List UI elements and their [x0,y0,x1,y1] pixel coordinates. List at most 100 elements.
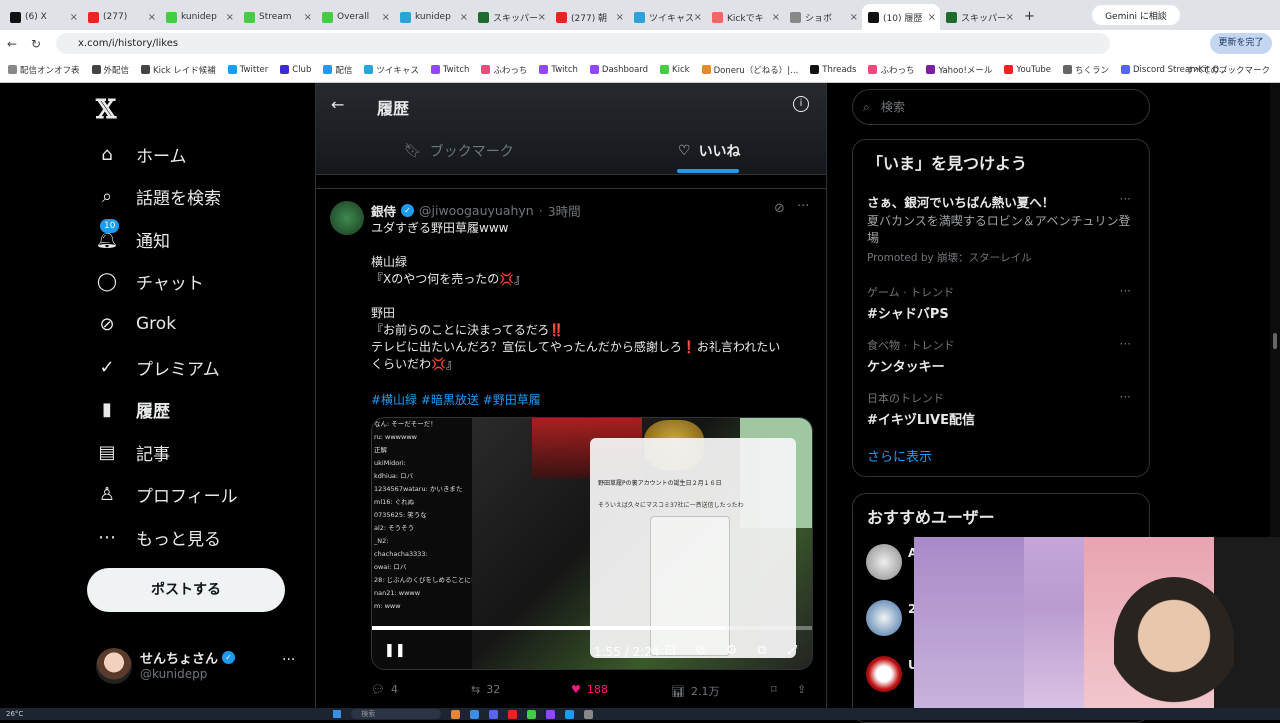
x-logo-icon[interactable]: 𝕏 [96,95,116,125]
windows-start-icon[interactable] [333,710,342,718]
bookmark-item[interactable]: 配信 [323,64,352,76]
tab-close-icon[interactable]: × [850,12,858,23]
trend-item[interactable]: 食べ物 · トレンド ケンタッキー ··· [867,337,1139,375]
trend-more-icon[interactable]: ··· [1120,284,1131,298]
trend-more-icon[interactable]: ··· [1120,337,1131,351]
trend-item[interactable]: 日本のトレンド #イキヅLIVE配信 ··· [867,390,1139,428]
tab-close-icon[interactable]: × [694,12,702,23]
taskbar-app-icon[interactable] [527,709,537,719]
tweet-author-avatar[interactable] [330,201,364,235]
bookmark-item[interactable]: Dashboard [589,65,648,75]
share-button[interactable]: ⇪ [797,683,806,696]
fullscreen-icon[interactable]: ⤢ [787,643,797,658]
new-tab-icon[interactable]: + [1024,9,1035,24]
trend-item[interactable]: ゲーム · トレンド #シャドバPS ··· [867,284,1139,322]
bookmark-item[interactable]: Threads [810,65,856,75]
grok-tweet-icon[interactable]: ⊘ [774,201,785,216]
nav-item-grok[interactable]: ⊘ Grok [96,306,176,342]
tab-close-icon[interactable]: × [928,12,936,23]
avatar[interactable] [866,656,902,692]
settings-gear-icon[interactable]: ⚙ [726,643,738,658]
bookmark-item[interactable]: ふわっち [481,64,527,76]
nav-item-search[interactable]: ⌕ 話題を検索 [96,179,221,215]
browser-tab[interactable]: (6) X × [4,4,82,30]
nav-item-verified[interactable]: ✓ プレミアム [96,349,219,385]
bookmark-button[interactable]: ⌑ [771,683,777,696]
trend-item-promoted[interactable]: さぁ、銀河でいちばん熱い夏へ！ 夏バカンスを満喫するロビン＆アベンチュリン登場 … [867,192,1139,265]
nav-item-article[interactable]: ▤ 記事 [96,434,170,470]
bookmark-item[interactable]: Twitch [539,65,578,75]
browser-tab[interactable]: kunidep × [394,4,472,30]
bookmark-item[interactable]: Twitter [227,65,268,75]
views-button[interactable]: 📊︎ 2.1万 [671,683,719,699]
tweet-hashtags[interactable]: #横山緑 #暗黒放送 #野田草履 [371,391,541,408]
nav-item-bell[interactable]: 🔔︎ 10 通知 [96,219,170,257]
bookmark-item[interactable]: ふわっち [868,64,914,76]
mute-icon[interactable]: ⊘ [695,643,706,658]
taskbar-search[interactable]: 検索 [351,709,442,719]
taskbar-app-icon[interactable] [451,709,461,719]
reply-button[interactable]: 💬︎ 4 [371,683,398,696]
nav-item-more-circle[interactable]: ⋯ もっと見る [96,519,221,555]
info-icon[interactable]: i [793,96,809,112]
browser-tab[interactable]: (10) 履歴 × [862,4,940,30]
tab-close-icon[interactable]: × [226,12,234,23]
tab-close-icon[interactable]: × [304,12,312,23]
avatar[interactable] [866,544,902,580]
nav-item-chat[interactable]: ◯ チャット [96,264,204,300]
account-switcher[interactable]: せんちょさん ✓ @kunidepp ··· [96,646,306,686]
back-arrow-icon[interactable]: ← [331,95,344,114]
tab-close-icon[interactable]: × [460,12,468,23]
update-button[interactable]: 更新を完了 [1210,33,1272,54]
video-progress-bar[interactable] [372,626,812,630]
tab-bookmarks[interactable]: 🔖︎ ブックマーク [404,141,514,161]
taskbar-app-icon[interactable] [489,709,499,719]
scrollbar-thumb[interactable] [1273,333,1277,349]
taskbar-app-icon[interactable] [584,709,594,719]
tab-close-icon[interactable]: × [148,12,156,23]
taskbar-app-icon[interactable] [546,709,556,719]
show-more-link[interactable]: さらに表示 [867,446,932,465]
browser-tab[interactable]: スキッパー × [940,4,1018,30]
search-input[interactable]: ⌕ 検索 [852,89,1150,125]
bookmark-item[interactable]: Kick レイド候補 [141,64,216,76]
browser-tab[interactable]: Overall × [316,4,394,30]
pause-icon[interactable]: ❚❚ [384,643,406,658]
bookmark-item[interactable]: ちくラン [1062,64,1109,76]
browser-tab[interactable]: kunidep × [160,4,238,30]
tab-close-icon[interactable]: × [616,12,624,23]
tweet-more-icon[interactable]: ··· [797,199,809,214]
all-bookmarks-folder[interactable]: すべてのブックマーク [1186,64,1270,76]
post-button[interactable]: ポストする [87,568,285,612]
nav-item-home[interactable]: ⌂ ホーム [96,136,186,172]
pip-icon[interactable]: ⧉ [757,643,766,658]
taskbar-app-icon[interactable] [565,709,575,719]
tab-close-icon[interactable]: × [70,12,78,23]
browser-tab[interactable]: ツイキャス × [628,4,706,30]
reload-icon[interactable]: ↻ [24,37,48,51]
address-bar[interactable]: x.com/i/history/likes [56,33,1110,54]
tab-likes[interactable]: ♡ いいね [678,141,741,161]
bookmark-item[interactable]: ツイキャス [364,64,419,76]
bookmark-item[interactable]: Yahoo!メール [926,64,992,76]
repost-button[interactable]: ⇆ 32 [471,683,500,696]
browser-tab[interactable]: (277) 朝 × [550,4,628,30]
tweet-video[interactable]: なん: そーだそーだ！ ru: wwwwww 正解 ukiMidori: kdhiua:… [371,417,813,670]
account-more-icon[interactable]: ··· [282,652,295,668]
taskbar-app-icon[interactable] [508,709,518,719]
browser-tab[interactable]: Kickでキ × [706,4,784,30]
captions-icon[interactable]: ⊡ [665,643,676,658]
back-icon[interactable]: ← [0,37,24,51]
bookmark-item[interactable]: Kick [660,65,690,75]
bookmark-item[interactable]: 配信オンオフ表 [8,64,80,76]
browser-tab[interactable]: ショボ × [784,4,862,30]
nav-item-bookmark[interactable]: ▮ 履歴 [96,392,170,428]
tweet-author-handle[interactable]: @jiwoogauyuahyn [419,203,534,218]
gemini-button[interactable]: Gemini に相談 [1092,5,1180,25]
browser-tab[interactable]: Stream × [238,4,316,30]
tab-close-icon[interactable]: × [772,12,780,23]
taskbar-app-icon[interactable] [470,709,480,719]
bookmark-item[interactable]: 外配信 [91,64,129,76]
tab-close-icon[interactable]: × [538,12,546,23]
trend-more-icon[interactable]: ··· [1120,390,1131,404]
